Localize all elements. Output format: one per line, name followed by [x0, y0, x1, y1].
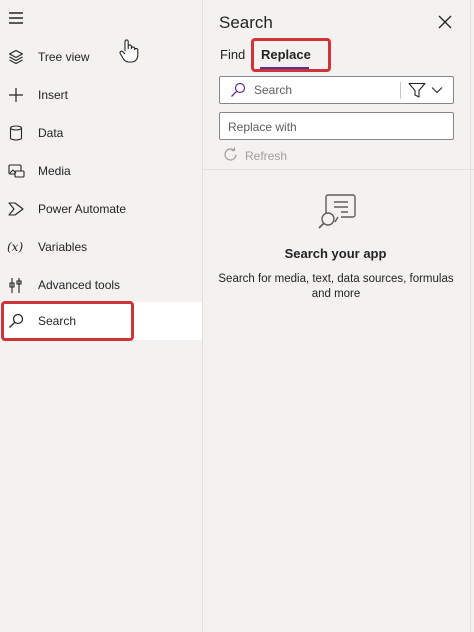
search-highlight-box: [1, 301, 134, 341]
empty-state-description: Search for media, text, data sources, fo…: [218, 273, 454, 300]
empty-state-title: Search your app: [284, 246, 387, 261]
search-icon: [231, 82, 246, 97]
sidebar-item-data[interactable]: Data: [0, 114, 202, 152]
tools-icon: [7, 276, 25, 294]
power-automate-icon: [7, 200, 25, 218]
sidebar-item-label: Insert: [38, 88, 69, 102]
sidebar-item-advanced-tools[interactable]: Advanced tools: [0, 266, 202, 304]
search-placeholder: Search: [254, 83, 293, 97]
sidebar-item-label: Advanced tools: [38, 278, 121, 292]
refresh-button[interactable]: Refresh: [245, 149, 287, 163]
sidebar-item-variables[interactable]: (x) Variables: [0, 228, 202, 266]
sidebar-item-label: Data: [38, 126, 64, 140]
sidebar-item-label: Media: [38, 164, 71, 178]
hand-cursor-icon: [119, 39, 139, 63]
sidebar-item-power-automate[interactable]: Power Automate: [0, 190, 202, 228]
document-search-icon: [318, 194, 356, 229]
sidebar-item-media[interactable]: Media: [0, 152, 202, 190]
search-panel: Search Find Replace Search Replace with …: [203, 0, 474, 632]
menu-icon[interactable]: [8, 10, 24, 26]
sidebar-item-tree-view[interactable]: Tree view: [0, 38, 202, 76]
sidebar-item-label: Variables: [38, 240, 88, 254]
divider: [203, 169, 474, 170]
replace-highlight-box: [251, 38, 331, 72]
sidebar-item-label: Tree view: [38, 50, 90, 64]
refresh-icon[interactable]: [222, 146, 239, 163]
search-input[interactable]: Search: [219, 76, 454, 104]
svg-text:(x): (x): [7, 240, 23, 254]
divider: [400, 82, 401, 99]
tab-find[interactable]: Find: [220, 47, 245, 62]
sidebar-item-label: Power Automate: [38, 202, 127, 216]
database-icon: [7, 124, 25, 142]
plus-icon: [7, 86, 25, 104]
panel-title: Search: [219, 13, 273, 32]
sidebar-item-insert[interactable]: Insert: [0, 76, 202, 114]
window-edge: [470, 0, 471, 632]
media-icon: [7, 162, 25, 180]
replace-placeholder: Replace with: [228, 120, 297, 134]
left-nav-pane: Tree view Insert Data Media Power Automa…: [0, 0, 203, 632]
layers-icon: [7, 48, 25, 66]
variables-icon: (x): [7, 238, 25, 256]
replace-input[interactable]: Replace with: [219, 112, 454, 140]
close-icon[interactable]: [436, 13, 454, 31]
chevron-down-icon[interactable]: [430, 84, 444, 96]
filter-icon[interactable]: [408, 82, 426, 99]
